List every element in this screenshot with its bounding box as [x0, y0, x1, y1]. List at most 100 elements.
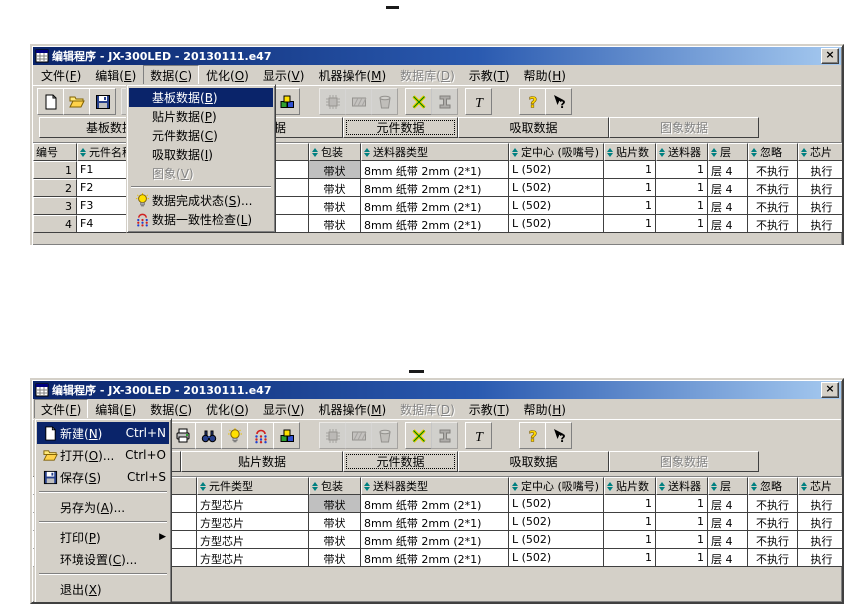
- toolbar-find-button[interactable]: [195, 422, 222, 449]
- menubar-item-5[interactable]: 机器操作(M): [311, 65, 393, 86]
- menu-item-6[interactable]: 数据完成状态(S)...: [129, 191, 273, 210]
- menubar-item-4[interactable]: 显示(V): [256, 399, 312, 420]
- table-cell[interactable]: 1: [656, 531, 708, 549]
- column-header-2[interactable]: 元件类型: [197, 477, 309, 495]
- table-cell[interactable]: 层 4: [708, 215, 748, 233]
- column-header-9[interactable]: 忽略: [748, 477, 798, 495]
- close-button[interactable]: ×: [821, 382, 839, 398]
- title-bar[interactable]: 编辑程序 - JX-300LED - 20130111.e47 ×: [33, 47, 841, 65]
- menu-item-4[interactable]: 另存为(A)...: [37, 496, 169, 518]
- table-cell[interactable]: 8mm 纸带 2mm (2*1): [361, 531, 509, 549]
- column-header-7[interactable]: 送料器: [656, 477, 708, 495]
- table-cell[interactable]: 方型芯片: [197, 513, 309, 531]
- table-cell[interactable]: 不执行: [748, 197, 798, 215]
- row-number-cell[interactable]: 1: [33, 161, 77, 179]
- table-cell[interactable]: 1: [656, 513, 708, 531]
- menubar-item-6[interactable]: 数据库(D): [393, 399, 462, 420]
- toolbar-board-tool-button[interactable]: [405, 88, 432, 115]
- menubar-item-3[interactable]: 优化(O): [199, 399, 256, 420]
- toolbar-print-button[interactable]: [169, 422, 196, 449]
- column-header-4[interactable]: 送料器类型: [361, 143, 509, 161]
- toolbar-ibeam-button[interactable]: [431, 422, 458, 449]
- table-cell[interactable]: 层 4: [708, 161, 748, 179]
- table-cell[interactable]: 1: [656, 197, 708, 215]
- table-cell[interactable]: 1: [656, 495, 708, 513]
- menubar-item-8[interactable]: 帮助(H): [517, 399, 573, 420]
- table-cell[interactable]: 8mm 纸带 2mm (2*1): [361, 179, 509, 197]
- toolbar-chip-button[interactable]: [319, 88, 346, 115]
- toolbar-board-tool-button[interactable]: [405, 422, 432, 449]
- table-cell[interactable]: 1: [656, 179, 708, 197]
- menubar-item-1[interactable]: 编辑(E): [88, 65, 143, 86]
- column-header-7[interactable]: 送料器: [656, 143, 708, 161]
- menu-item-2[interactable]: 元件数据(C): [129, 126, 273, 145]
- tab-4[interactable]: 吸取数据: [458, 117, 609, 138]
- tab-2[interactable]: 贴片数据: [181, 451, 343, 472]
- row-number-cell[interactable]: 3: [33, 197, 77, 215]
- table-cell[interactable]: 执行: [798, 215, 842, 233]
- table-cell[interactable]: L (502): [509, 495, 604, 513]
- table-cell[interactable]: L (502): [509, 549, 604, 567]
- column-header-10[interactable]: 芯片: [798, 477, 842, 495]
- table-cell[interactable]: 带状: [309, 215, 361, 233]
- table-cell[interactable]: 带状: [309, 531, 361, 549]
- toolbar-consistency-button[interactable]: [247, 422, 274, 449]
- table-cell[interactable]: 执行: [798, 495, 842, 513]
- menu-item-6[interactable]: 打印(P) ▶: [37, 526, 169, 548]
- column-header-6[interactable]: 贴片数: [604, 143, 656, 161]
- toolbar-text-button[interactable]: T: [465, 88, 492, 115]
- column-header-3[interactable]: 包装: [309, 143, 361, 161]
- column-header-4[interactable]: 送料器类型: [361, 477, 509, 495]
- table-cell[interactable]: L (502): [509, 179, 604, 197]
- table-cell[interactable]: 层 4: [708, 495, 748, 513]
- table-cell[interactable]: 执行: [798, 513, 842, 531]
- table-cell[interactable]: 1: [604, 495, 656, 513]
- menubar-item-4[interactable]: 显示(V): [256, 65, 312, 86]
- table-cell[interactable]: 1: [604, 531, 656, 549]
- table-cell[interactable]: 带状: [309, 197, 361, 215]
- table-cell[interactable]: 不执行: [748, 513, 798, 531]
- toolbar-blocks-button[interactable]: [273, 422, 300, 449]
- table-cell[interactable]: 执行: [798, 531, 842, 549]
- table-cell[interactable]: 方型芯片: [197, 549, 309, 567]
- table-cell[interactable]: L (502): [509, 215, 604, 233]
- table-cell[interactable]: 8mm 纸带 2mm (2*1): [361, 161, 509, 179]
- toolbar-context-help-button[interactable]: ?: [545, 88, 572, 115]
- toolbar-blocks-button[interactable]: [273, 88, 300, 115]
- table-cell[interactable]: 不执行: [748, 215, 798, 233]
- menubar-item-1[interactable]: 编辑(E): [88, 399, 143, 420]
- menu-item-1[interactable]: 贴片数据(P): [129, 107, 273, 126]
- menu-item-7[interactable]: 数据一致性检查(L): [129, 210, 273, 229]
- menubar-item-7[interactable]: 示教(T): [462, 399, 517, 420]
- table-cell[interactable]: 层 4: [708, 179, 748, 197]
- toolbar-feeder-button[interactable]: [345, 422, 372, 449]
- table-cell[interactable]: 执行: [798, 197, 842, 215]
- menu-item-0[interactable]: 新建(N) Ctrl+N: [37, 422, 169, 444]
- row-number-cell[interactable]: 4: [33, 215, 77, 233]
- close-button[interactable]: ×: [821, 48, 839, 64]
- table-cell[interactable]: L (502): [509, 161, 604, 179]
- menu-item-1[interactable]: 打开(O)... Ctrl+O: [37, 444, 169, 466]
- table-cell[interactable]: 8mm 纸带 2mm (2*1): [361, 215, 509, 233]
- table-cell[interactable]: 不执行: [748, 531, 798, 549]
- menubar-item-2[interactable]: 数据(C): [143, 399, 199, 420]
- menu-item-7[interactable]: 环境设置(C)...: [37, 548, 169, 570]
- column-header-8[interactable]: 层: [708, 143, 748, 161]
- table-cell[interactable]: 带状: [309, 179, 361, 197]
- table-cell[interactable]: 1: [656, 215, 708, 233]
- toolbar-chip-button[interactable]: [319, 422, 346, 449]
- table-cell[interactable]: 1: [604, 513, 656, 531]
- menubar-item-7[interactable]: 示教(T): [462, 65, 517, 86]
- table-cell[interactable]: 1: [656, 161, 708, 179]
- menubar-item-8[interactable]: 帮助(H): [517, 65, 573, 86]
- toolbar-open-button[interactable]: [63, 88, 90, 115]
- menubar-item-3[interactable]: 优化(O): [199, 65, 256, 86]
- column-header-3[interactable]: 包装: [309, 477, 361, 495]
- tab-3[interactable]: 元件数据: [343, 451, 458, 472]
- column-header-10[interactable]: 芯片: [798, 143, 842, 161]
- table-cell[interactable]: 层 4: [708, 513, 748, 531]
- table-cell[interactable]: 不执行: [748, 161, 798, 179]
- toolbar-ibeam-button[interactable]: [431, 88, 458, 115]
- table-cell[interactable]: 8mm 纸带 2mm (2*1): [361, 513, 509, 531]
- toolbar-bin-button[interactable]: [371, 88, 398, 115]
